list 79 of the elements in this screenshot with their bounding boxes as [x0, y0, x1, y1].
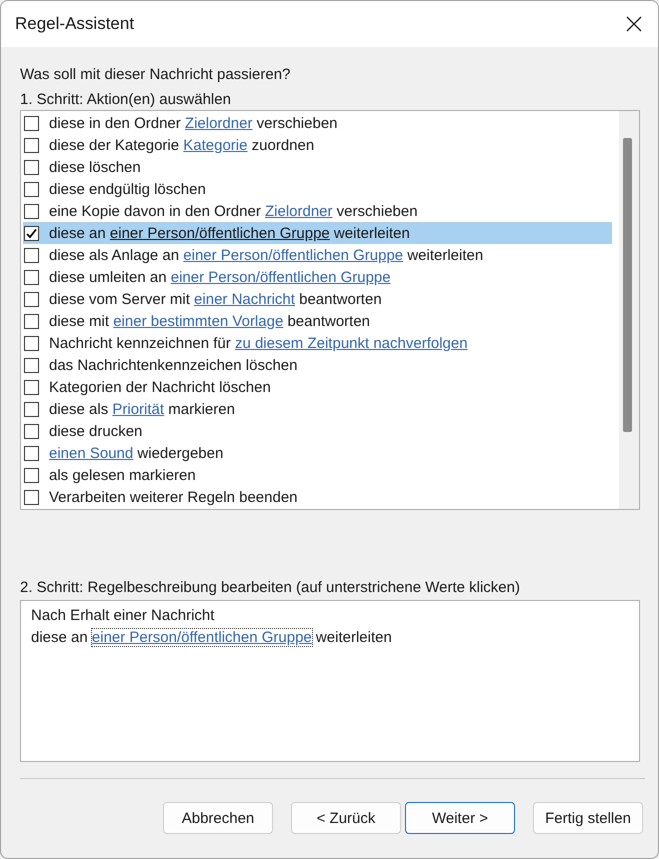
- action-item[interactable]: diese in den Ordner Zielordner verschieben: [23, 112, 612, 134]
- value-link[interactable]: einen Sound: [49, 444, 134, 462]
- checkbox[interactable]: [24, 226, 39, 240]
- action-label: diese umleiten an einer Person/öffentlichen Gruppe: [49, 268, 391, 286]
- action-label: als gelesen markieren: [49, 466, 196, 484]
- checkbox[interactable]: [24, 490, 39, 504]
- checkbox[interactable]: [24, 424, 39, 438]
- action-label: Kategorien der Nachricht löschen: [49, 378, 271, 396]
- value-link[interactable]: einer Person/öffentlichen Gruppe: [170, 268, 391, 286]
- description-line: Nach Erhalt einer Nachricht: [31, 606, 216, 626]
- action-item[interactable]: einen Sound wiedergeben: [23, 442, 612, 464]
- action-label: diese der Kategorie Kategorie zuordnen: [49, 136, 314, 154]
- action-item[interactable]: diese umleiten an einer Person/öffentlichen Gruppe: [23, 266, 612, 288]
- value-link[interactable]: einer Nachricht: [194, 290, 295, 308]
- checkbox[interactable]: [24, 116, 39, 130]
- action-item[interactable]: eine Kopie davon in den Ordner Zielordner verschieben: [23, 200, 612, 222]
- action-item[interactable]: diese der Kategorie Kategorie zuordnen: [23, 134, 612, 156]
- action-label: diese in den Ordner Zielordner verschieben: [49, 114, 338, 132]
- action-item[interactable]: diese als Priorität markieren: [23, 398, 612, 420]
- dialog-button[interactable]: < Zurück: [291, 802, 401, 834]
- step-label: 2. Schritt: Regelbeschreibung bearbeiten (auf unterstrichene Werte klicken): [20, 578, 521, 598]
- description-line: diese an einer Person/öffentlichen Gruppe weiterleiten: [31, 628, 393, 648]
- action-label: eine Kopie davon in den Ordner Zielordner verschieben: [49, 202, 418, 220]
- checkbox[interactable]: [24, 358, 39, 372]
- scrollbar[interactable]: [619, 111, 639, 509]
- checkbox[interactable]: [24, 204, 39, 218]
- window-title: Regel-Assistent: [15, 14, 134, 34]
- action-label: diese an einer Person/öffentlichen Gruppe weiterleiten: [49, 224, 410, 242]
- action-label: einen Sound wiedergeben: [49, 444, 224, 462]
- action-label: diese vom Server mit einer Nachricht beantworten: [49, 290, 382, 308]
- checkbox[interactable]: [24, 336, 39, 350]
- value-link[interactable]: einer bestimmten Vorlage: [113, 312, 284, 330]
- action-label: das Nachrichtenkennzeichen löschen: [49, 356, 298, 374]
- action-label: diese drucken: [49, 422, 142, 440]
- dialog-button[interactable]: Weiter >: [405, 802, 515, 834]
- action-item[interactable]: diese drucken: [23, 420, 612, 442]
- value-link[interactable]: Zielordner: [264, 202, 333, 220]
- value-link[interactable]: Priorität: [112, 400, 164, 418]
- action-item[interactable]: das Nachrichtenkennzeichen löschen: [23, 354, 612, 376]
- action-item[interactable]: als gelesen markieren: [23, 464, 612, 486]
- step-label: 1. Schritt: Aktion(en) auswählen: [20, 90, 232, 110]
- value-link[interactable]: zu diesem Zeitpunkt nachverfolgen: [234, 334, 468, 352]
- action-label: diese als Anlage an einer Person/öffentlichen Gruppe weiterleiten: [49, 246, 484, 264]
- action-label: diese mit einer bestimmten Vorlage beantworten: [49, 312, 370, 330]
- checkbox[interactable]: [24, 182, 39, 196]
- action-label: Nachricht kennzeichnen für zu diesem Zeitpunkt nachverfolgen: [49, 334, 468, 352]
- action-item[interactable]: diese endgültig löschen: [23, 178, 612, 200]
- action-item[interactable]: Nachricht kennzeichnen für zu diesem Zeitpunkt nachverfolgen: [23, 332, 612, 354]
- action-item[interactable]: Verarbeiten weiterer Regeln beenden: [23, 486, 612, 508]
- action-item[interactable]: diese an einer Person/öffentlichen Gruppe weiterleiten: [23, 222, 612, 244]
- dialog-button[interactable]: Abbrechen: [163, 802, 273, 834]
- checkbox[interactable]: [24, 314, 39, 328]
- action-item[interactable]: diese vom Server mit einer Nachricht beantworten: [23, 288, 612, 310]
- action-item[interactable]: diese löschen: [23, 156, 612, 178]
- action-label: diese löschen: [49, 158, 141, 176]
- action-label: diese endgültig löschen: [49, 180, 206, 198]
- question-text: Was soll mit dieser Nachricht passieren?: [20, 65, 292, 85]
- value-link[interactable]: einer Person/öffentlichen Gruppe: [183, 246, 404, 264]
- checkbox[interactable]: [24, 248, 39, 262]
- action-item[interactable]: diese als Anlage an einer Person/öffentlichen Gruppe weiterleiten: [23, 244, 612, 266]
- checkbox[interactable]: [24, 468, 39, 482]
- value-link[interactable]: Zielordner: [184, 114, 252, 132]
- action-item[interactable]: diese mit einer bestimmten Vorlage beantworten: [23, 310, 612, 332]
- scroll-thumb[interactable]: [623, 138, 632, 432]
- action-label: Verarbeiten weiterer Regeln beenden: [49, 488, 298, 506]
- checkbox[interactable]: [24, 138, 39, 152]
- value-link[interactable]: Kategorie: [183, 136, 248, 154]
- close-icon[interactable]: [626, 16, 642, 32]
- checkbox[interactable]: [24, 380, 39, 394]
- checkbox[interactable]: [24, 402, 39, 416]
- checkbox[interactable]: [24, 270, 39, 284]
- action-label: diese als Priorität markieren: [49, 400, 235, 418]
- dialog-button[interactable]: Fertig stellen: [533, 802, 643, 834]
- checkbox[interactable]: [24, 292, 39, 306]
- checkbox[interactable]: [24, 160, 39, 174]
- value-link[interactable]: einer Person/öffentlichen Gruppe: [110, 224, 330, 242]
- action-item[interactable]: Kategorien der Nachricht löschen: [23, 376, 612, 398]
- value-link[interactable]: einer Person/öffentlichen Gruppe: [92, 629, 312, 646]
- checkbox[interactable]: [24, 446, 39, 460]
